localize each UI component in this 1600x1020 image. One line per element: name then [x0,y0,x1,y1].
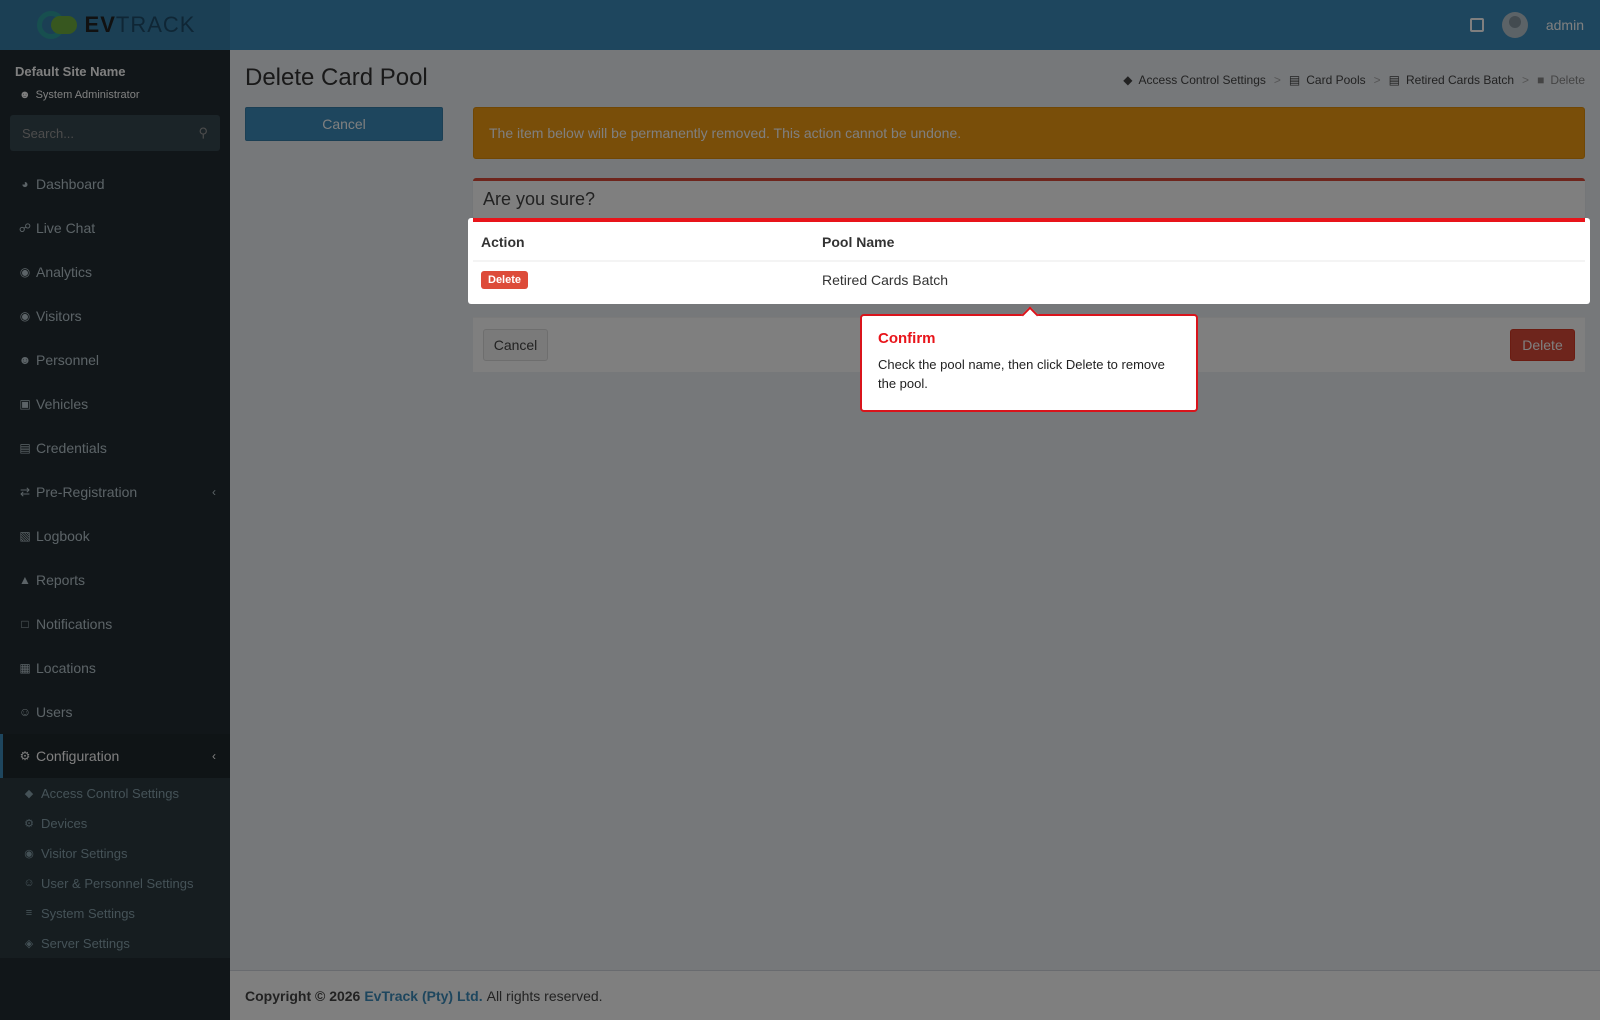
card-icon: ▤ [1288,73,1301,87]
page-title: Delete Card Pool [245,64,428,91]
user-role: ☻ System Administrator [19,89,140,101]
column-header-pool-name: Pool Name [814,222,1585,262]
lock-icon: ◆ [1123,73,1133,87]
chevron-left-icon: ‹ [212,749,216,763]
column-header-action: Action [473,222,814,262]
rights-text: All rights reserved. [486,987,603,1004]
eye-icon: ◉ [19,309,31,323]
dashboard-icon: ◕ [21,177,29,191]
gear-icon: ⚙ [19,749,31,763]
tooltip-title: Confirm [878,330,936,347]
sidebar-item-visitors[interactable]: ◉ Visitors [0,294,230,338]
sidebar-item-reports[interactable]: ▲ Reports [0,558,230,602]
user-icon: ☻ [19,89,31,101]
search-input[interactable]: Search... ⚲ [10,115,220,151]
logo-text-bold: EV [84,12,116,37]
breadcrumb-item-card-pools[interactable]: Card Pools [1306,73,1365,87]
copyright-text: Copyright © 2026 [245,987,361,1004]
logo[interactable]: EVTRACK [0,0,230,50]
sidebar-item-users[interactable]: ☺ Users [0,690,230,734]
exchange-icon: ⇄ [19,485,31,499]
cog-icon: ⚙ [24,817,34,830]
search-icon[interactable]: ⚲ [198,125,208,141]
headset-icon: ☍ [18,221,32,235]
spotlight-table: Action Pool Name Delete Retired Cards Ba… [468,218,1590,304]
car-icon: ▣ [19,397,31,411]
sidebar-item-credentials[interactable]: ▤ Credentials [0,426,230,470]
sidebar-item-configuration[interactable]: ⚙ Configuration ‹ [0,734,230,778]
user-tie-icon: ☻ [18,353,32,367]
eye-icon: ◉ [24,847,34,860]
sidebar-item-analytics[interactable]: ◉ Analytics [0,250,230,294]
id-card-icon: ▤ [19,441,31,455]
tour-tooltip: Confirm Check the pool name, then click … [860,314,1198,412]
avatar[interactable] [1501,12,1528,38]
footer-delete-button[interactable]: Delete [1510,329,1575,361]
trash-icon: ■ [1537,73,1545,87]
submenu-item-server-settings[interactable]: ◈ Server Settings [0,928,230,958]
page-footer: Copyright © 2026 EvTrack (Pty) Ltd. All … [230,970,1600,1020]
sidebar-item-live-chat[interactable]: ☍ Live Chat [0,206,230,250]
cancel-button[interactable]: Cancel [245,107,443,141]
sidebar-item-dashboard[interactable]: ◕ Dashboard [0,162,230,206]
submenu-item-system-settings[interactable]: ≡ System Settings [0,898,230,928]
search-placeholder: Search... [22,125,75,141]
sidebar: Default Site Name ☻ System Administrator … [0,50,230,1020]
breadcrumb: ◆ Access Control Settings > ▤ Card Pools… [1123,73,1585,87]
sliders-icon: ≡ [25,907,33,919]
sidebar-item-pre-registration[interactable]: ⇄ Pre-Registration ‹ [0,470,230,514]
box-title: Are you sure? [483,189,596,209]
main-content: Delete Card Pool ◆ Access Control Settin… [230,50,1600,970]
warning-alert: The item below will be permanently remov… [473,107,1585,159]
submenu-item-devices[interactable]: ⚙ Devices [0,808,230,838]
breadcrumb-separator: > [1273,73,1281,87]
breadcrumb-separator: > [1373,73,1381,87]
sidebar-item-locations[interactable]: ▦ Locations [0,646,230,690]
user-cog-icon: ☺ [23,877,35,889]
breadcrumb-separator: > [1522,73,1530,87]
sidebar-item-vehicles[interactable]: ▣ Vehicles [0,382,230,426]
users-icon: ☺ [18,705,32,719]
sidebar-item-notifications[interactable]: □ Notifications [0,602,230,646]
logo-icon [35,10,79,40]
breadcrumb-item-delete: Delete [1550,73,1585,87]
submenu-item-user-personnel-settings[interactable]: ☺ User & Personnel Settings [0,868,230,898]
sidebar-item-personnel[interactable]: ☻ Personnel [0,338,230,382]
building-icon[interactable] [1469,18,1484,32]
map-icon: ▦ [19,661,31,675]
submenu-item-access-control-settings[interactable]: ◆ Access Control Settings [0,778,230,808]
configuration-submenu: ◆ Access Control Settings ⚙ Devices ◉ Visit… [0,778,230,958]
chat-icon: □ [21,617,29,631]
confirm-box: Are you sure? [473,178,1585,219]
submenu-item-visitor-settings[interactable]: ◉ Visitor Settings [0,838,230,868]
card-icon: ▤ [1388,73,1400,87]
sidebar-item-logbook[interactable]: ▧ Logbook [0,514,230,558]
top-header: EVTRACK admin [0,0,1600,50]
chart-icon: ▲ [19,573,31,587]
breadcrumb-item-access-control-settings[interactable]: Access Control Settings [1139,73,1266,87]
tooltip-body: Check the pool name, then click Delete t… [878,357,1165,391]
lock-icon: ◆ [24,787,34,800]
company-link[interactable]: EvTrack (Pty) Ltd. [364,988,482,1004]
table-row: Delete Retired Cards Batch [473,261,1585,297]
breadcrumb-item-pool[interactable]: Retired Cards Batch [1406,73,1514,87]
site-name: Default Site Name [15,64,126,79]
chevron-left-icon: ‹ [212,485,216,499]
logo-text-rest: TRACK [115,12,196,37]
server-icon: ◈ [24,937,34,950]
user-name[interactable]: admin [1546,17,1584,33]
target-icon: ◉ [19,265,31,279]
pool-table: Action Pool Name Delete Retired Cards Ba… [473,218,1585,297]
pool-name-cell: Retired Cards Batch [822,271,949,288]
book-icon: ▧ [19,529,31,543]
footer-cancel-button[interactable]: Cancel [483,329,548,361]
sidebar-menu: ◕ Dashboard ☍ Live Chat ◉ Analytics ◉ Visito… [0,162,230,958]
row-delete-badge[interactable]: Delete [481,271,529,289]
